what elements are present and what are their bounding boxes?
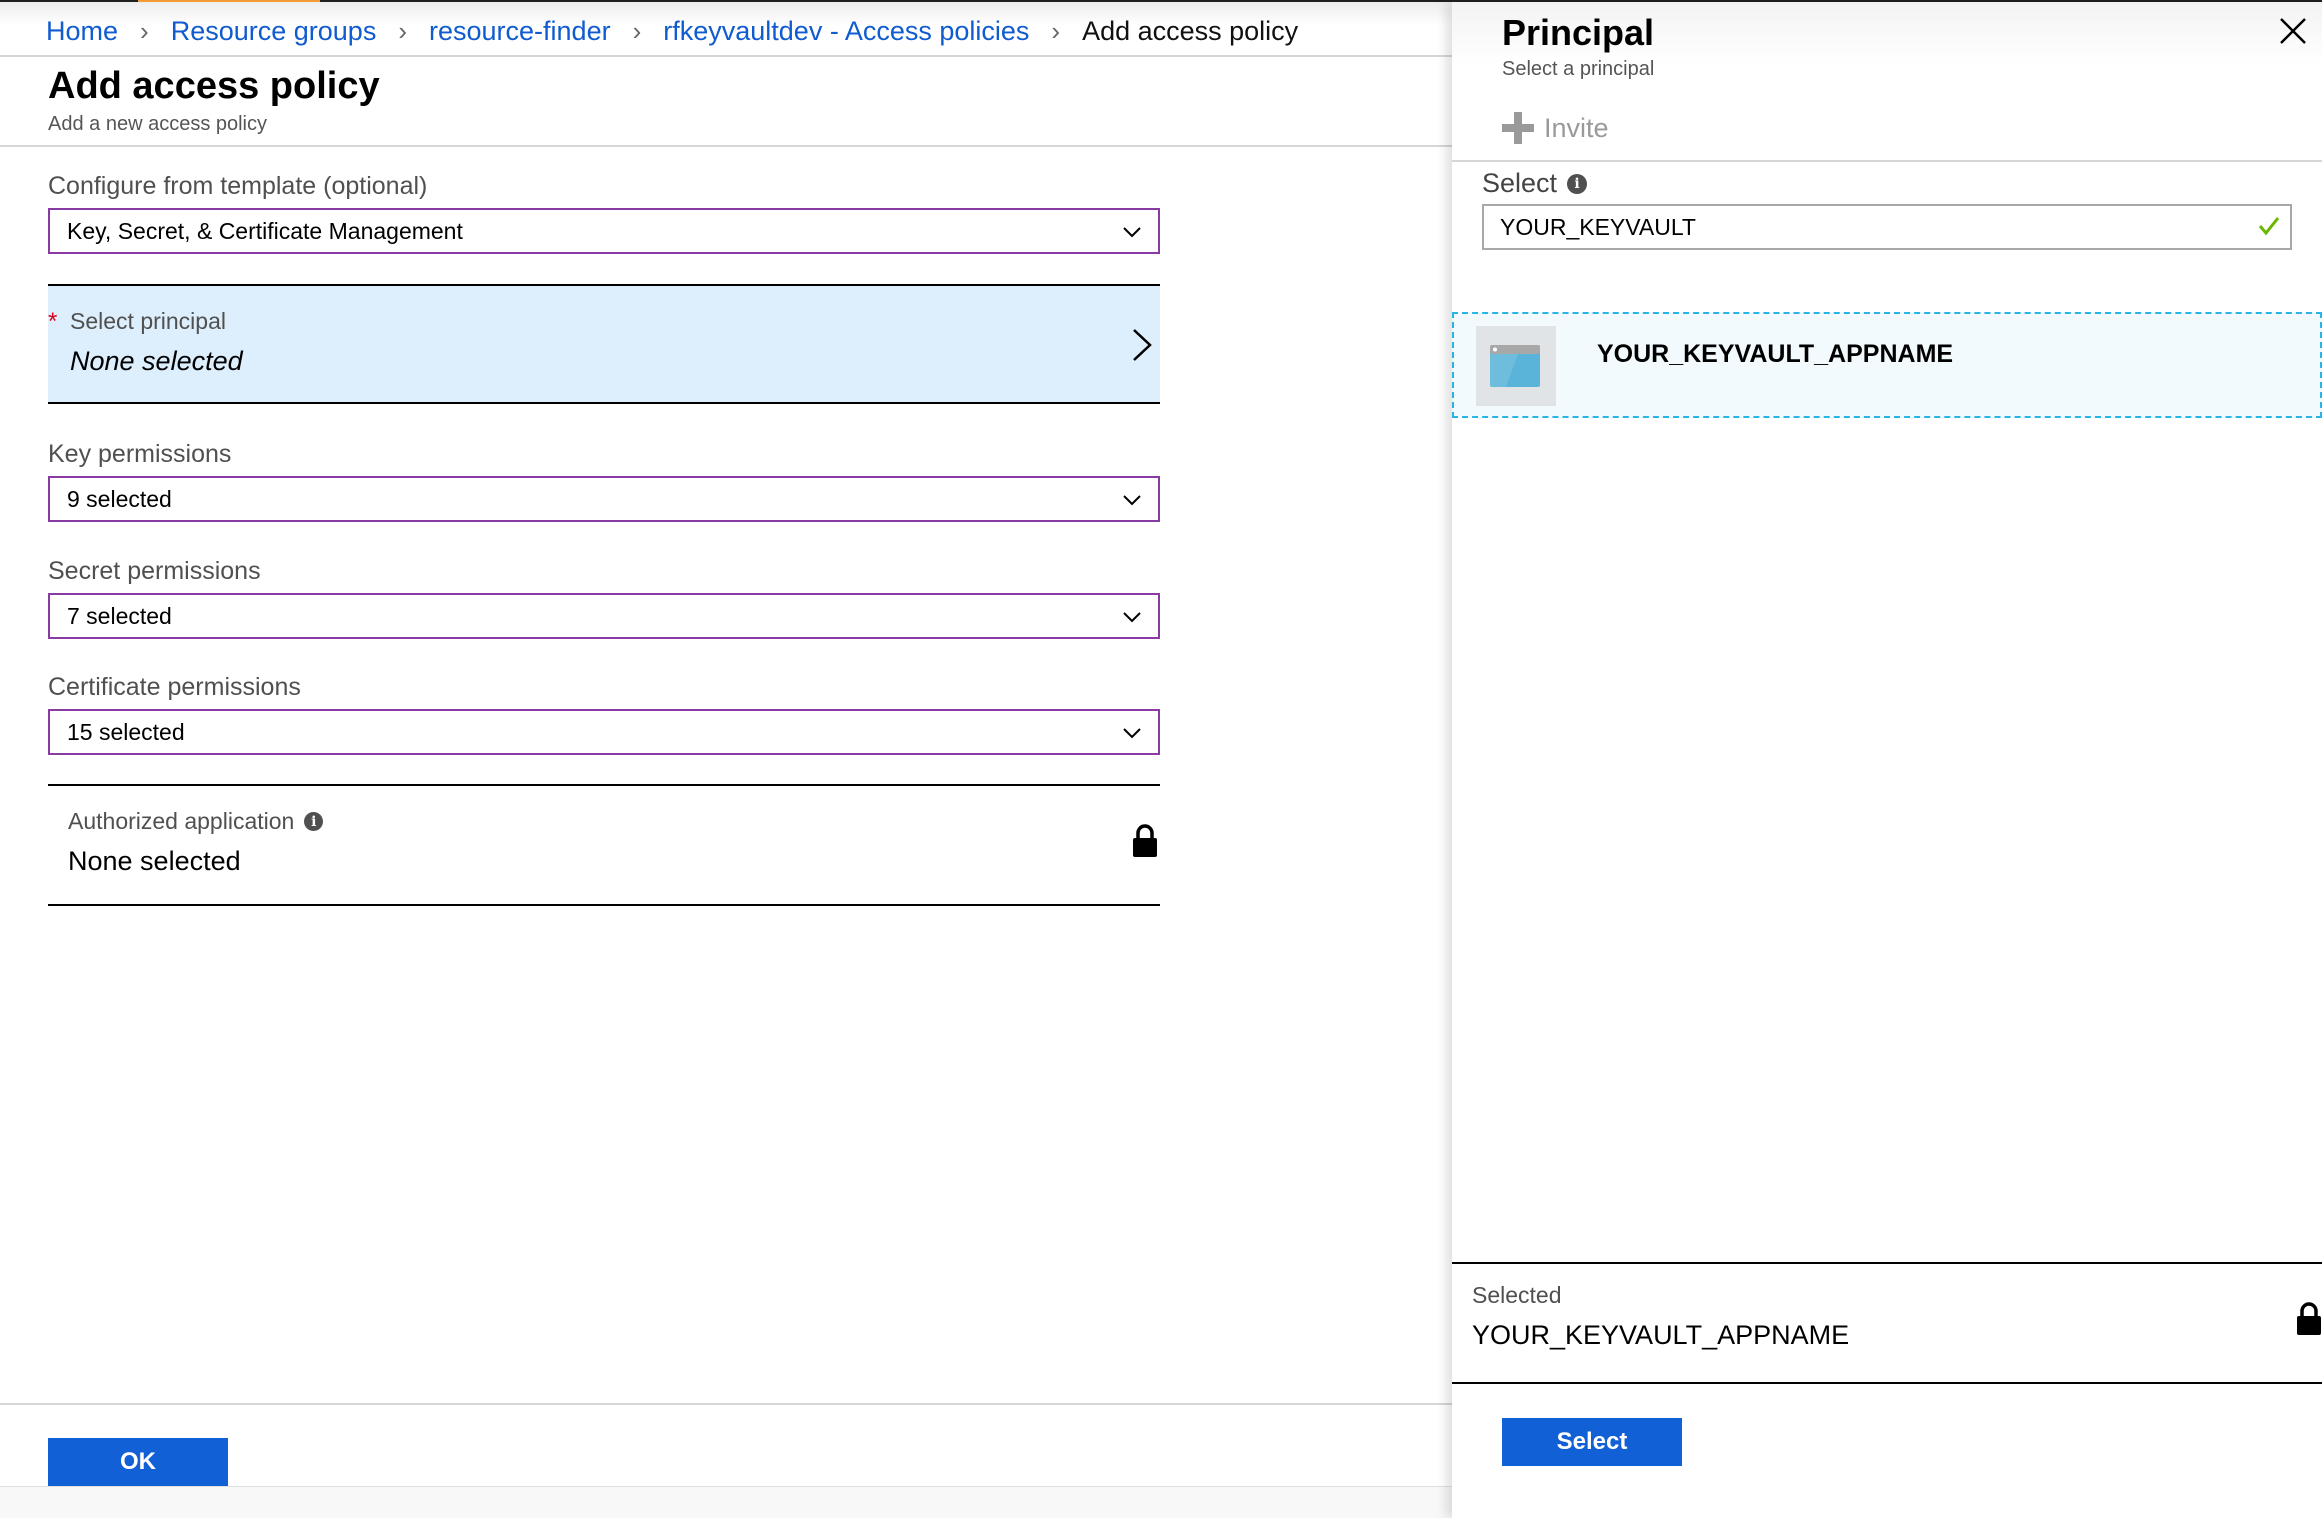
key-permissions-dropdown[interactable]: 9 selected: [48, 476, 1160, 522]
plus-icon: [1502, 112, 1534, 144]
page-subtitle: Add a new access policy: [48, 113, 268, 135]
key-permissions-label: Key permissions: [48, 440, 232, 468]
breadcrumb-home[interactable]: Home: [46, 16, 118, 47]
template-value: Key, Secret, & Certificate Management: [67, 217, 463, 244]
app-tile: [1476, 326, 1556, 406]
select-label-row: Select i: [1482, 168, 1588, 199]
breadcrumb-separator-icon: ›: [632, 16, 642, 46]
app-registration-icon: [1490, 345, 1540, 387]
blade-header: Add access policy Add a new access polic…: [0, 57, 1452, 147]
certificate-permissions-label: Certificate permissions: [48, 673, 301, 701]
authorized-application-field: Authorized application i None selected: [48, 784, 1160, 906]
key-permissions-value: 9 selected: [67, 485, 172, 512]
breadcrumb: Home › Resource groups › resource-finder…: [46, 16, 1298, 47]
breadcrumb-access-policies[interactable]: rfkeyvaultdev - Access policies: [663, 16, 1029, 47]
authorized-application-value: None selected: [68, 846, 241, 876]
certificate-permissions-value: 15 selected: [67, 718, 185, 745]
principal-label: Select principal: [70, 308, 226, 334]
principal-value: None selected: [70, 346, 243, 376]
secret-permissions-value: 7 selected: [67, 602, 172, 629]
selected-label: Selected: [1472, 1282, 1562, 1308]
breadcrumb-separator-icon: ›: [140, 16, 149, 46]
selected-value: YOUR_KEYVAULT_APPNAME: [1472, 1320, 1850, 1350]
panel-header: Principal Select a principal Invite: [1452, 2, 2322, 162]
ok-button[interactable]: OK: [48, 1438, 228, 1486]
lock-icon: [2297, 1302, 2321, 1335]
breadcrumb-current: Add access policy: [1082, 16, 1299, 46]
principal-panel: Principal Select a principal Invite Sele…: [1452, 2, 2322, 1518]
panel-title: Principal: [1502, 12, 1655, 53]
lock-icon: [1133, 824, 1157, 857]
authorized-application-label: Authorized application: [68, 808, 295, 834]
chevron-down-icon: [1123, 227, 1141, 238]
secret-permissions-label: Secret permissions: [48, 557, 261, 585]
authorized-application-label-row: Authorized application i: [68, 808, 324, 835]
invite-button[interactable]: Invite: [1502, 112, 1609, 144]
chevron-right-icon: [1133, 329, 1152, 361]
template-dropdown[interactable]: Key, Secret, & Certificate Management: [48, 208, 1160, 254]
breadcrumb-bar: Home › Resource groups › resource-finder…: [0, 2, 1452, 57]
breadcrumb-separator-icon: ›: [398, 16, 407, 46]
required-indicator: *: [48, 308, 58, 335]
chevron-down-icon: [1123, 728, 1141, 739]
certificate-permissions-dropdown[interactable]: 15 selected: [48, 709, 1160, 755]
chevron-down-icon: [1123, 495, 1141, 506]
search-result-item[interactable]: YOUR_KEYVAULT_APPNAME: [1452, 312, 2322, 418]
secret-permissions-dropdown[interactable]: 7 selected: [48, 593, 1160, 639]
breadcrumb-separator-icon: ›: [1051, 16, 1061, 46]
selected-principal-field: Selected YOUR_KEYVAULT_APPNAME: [1452, 1262, 2322, 1384]
checkmark-icon: [2258, 217, 2280, 236]
footer-strip: [0, 1486, 1452, 1518]
chevron-down-icon: [1123, 612, 1141, 623]
template-label: Configure from template (optional): [48, 172, 428, 200]
info-icon[interactable]: i: [1567, 173, 1588, 194]
info-icon[interactable]: i: [304, 812, 324, 831]
select-label: Select: [1482, 168, 1558, 198]
result-name: YOUR_KEYVAULT_APPNAME: [1597, 340, 1954, 368]
invite-label: Invite: [1544, 112, 1609, 143]
close-icon[interactable]: [2278, 16, 2308, 46]
footer-divider: [0, 1403, 1452, 1405]
breadcrumb-resource-finder[interactable]: resource-finder: [429, 16, 611, 47]
page-title: Add access policy: [48, 65, 380, 107]
breadcrumb-resource-groups[interactable]: Resource groups: [171, 16, 377, 47]
principal-search-input[interactable]: [1482, 204, 2292, 250]
select-principal-field[interactable]: * Select principal None selected: [48, 284, 1160, 404]
panel-subtitle: Select a principal: [1502, 58, 1655, 80]
select-button[interactable]: Select: [1502, 1418, 1682, 1466]
